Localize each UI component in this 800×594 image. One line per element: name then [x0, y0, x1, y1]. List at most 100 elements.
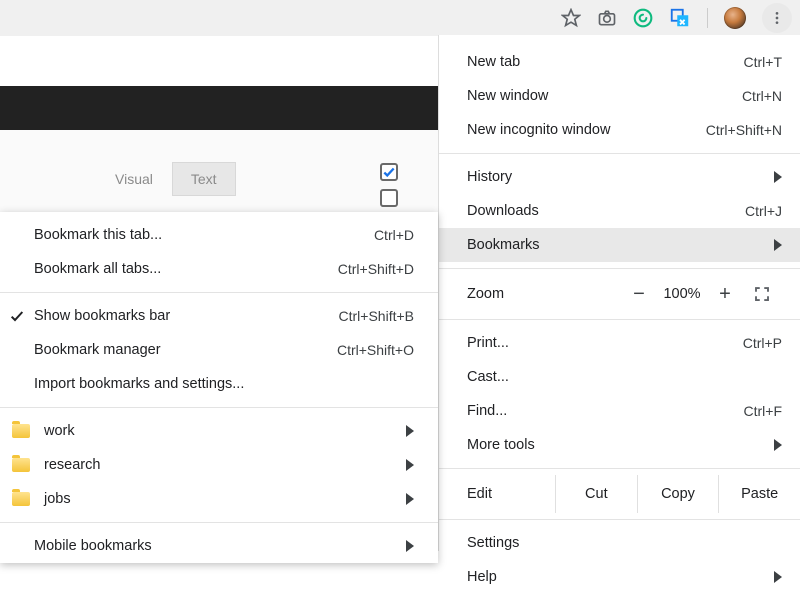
- submenu-bookmark-all[interactable]: Bookmark all tabs... Ctrl+Shift+D: [0, 252, 438, 286]
- menu-shortcut: Ctrl+F: [744, 403, 783, 419]
- menu-label: Settings: [467, 535, 782, 551]
- menu-separator: [439, 319, 800, 320]
- main-menu: New tab Ctrl+T New window Ctrl+N New inc…: [438, 35, 800, 551]
- kebab-menu-button[interactable]: [762, 3, 792, 33]
- menu-bookmarks[interactable]: Bookmarks: [439, 228, 800, 262]
- edit-copy-button[interactable]: Copy: [637, 475, 719, 513]
- menu-separator: [0, 522, 438, 523]
- menu-find[interactable]: Find... Ctrl+F: [439, 394, 800, 428]
- menu-separator: [439, 268, 800, 269]
- submenu-mobile-bookmarks[interactable]: Mobile bookmarks: [0, 529, 438, 563]
- star-icon[interactable]: [561, 8, 581, 28]
- folder-label: work: [44, 423, 396, 439]
- menu-label: Bookmarks: [467, 237, 764, 253]
- page-dark-bar: [0, 86, 438, 130]
- menu-separator: [0, 407, 438, 408]
- menu-downloads[interactable]: Downloads Ctrl+J: [439, 194, 800, 228]
- folder-label: jobs: [44, 491, 396, 507]
- folder-icon: [12, 424, 30, 438]
- submenu-manager[interactable]: Bookmark manager Ctrl+Shift+O: [0, 333, 438, 367]
- zoom-percent: 100%: [656, 286, 708, 302]
- chevron-right-icon: [774, 171, 782, 183]
- bookmarks-submenu: Bookmark this tab... Ctrl+D Bookmark all…: [0, 212, 438, 563]
- chevron-right-icon: [406, 540, 414, 552]
- menu-shortcut: Ctrl+Shift+D: [338, 261, 414, 277]
- bookmark-folder[interactable]: research: [0, 448, 438, 482]
- edit-cut-button[interactable]: Cut: [555, 475, 637, 513]
- profile-avatar[interactable]: [724, 7, 746, 29]
- chevron-right-icon: [774, 439, 782, 451]
- menu-new-tab[interactable]: New tab Ctrl+T: [439, 45, 800, 79]
- check-icon: [6, 308, 28, 324]
- menu-separator: [439, 153, 800, 154]
- menu-shortcut: Ctrl+J: [745, 203, 782, 219]
- checkbox-unchecked[interactable]: [380, 189, 398, 207]
- tab-visual[interactable]: Visual: [96, 162, 172, 196]
- menu-label: Mobile bookmarks: [34, 538, 396, 554]
- menu-shortcut: Ctrl+P: [743, 335, 782, 351]
- folder-label: research: [44, 457, 396, 473]
- menu-label: History: [467, 169, 764, 185]
- translate-icon[interactable]: [669, 7, 691, 29]
- menu-shortcut: Ctrl+Shift+B: [339, 308, 414, 324]
- edit-paste-button[interactable]: Paste: [718, 475, 800, 513]
- chevron-right-icon: [406, 459, 414, 471]
- bookmark-folder[interactable]: work: [0, 414, 438, 448]
- menu-shortcut: Ctrl+D: [374, 227, 414, 243]
- menu-shortcut: Ctrl+Shift+N: [706, 122, 782, 138]
- menu-help[interactable]: Help: [439, 560, 800, 594]
- bookmark-folder[interactable]: jobs: [0, 482, 438, 516]
- menu-more-tools[interactable]: More tools: [439, 428, 800, 462]
- menu-separator: [0, 292, 438, 293]
- chevron-right-icon: [774, 571, 782, 583]
- folder-icon: [12, 458, 30, 472]
- browser-toolbar: [0, 0, 800, 36]
- menu-cast[interactable]: Cast...: [439, 360, 800, 394]
- chevron-right-icon: [406, 425, 414, 437]
- camera-icon[interactable]: [597, 8, 617, 28]
- checkbox-group: [380, 163, 398, 207]
- menu-print[interactable]: Print... Ctrl+P: [439, 326, 800, 360]
- menu-new-window[interactable]: New window Ctrl+N: [439, 79, 800, 113]
- grammarly-icon[interactable]: [633, 8, 653, 28]
- menu-label: Help: [467, 569, 764, 585]
- menu-shortcut: Ctrl+T: [744, 54, 783, 70]
- menu-separator: [439, 519, 800, 520]
- toolbar-icon-group: [561, 0, 792, 36]
- menu-shortcut: Ctrl+Shift+O: [337, 342, 414, 358]
- menu-label: More tools: [467, 437, 764, 453]
- menu-label: Zoom: [467, 286, 622, 302]
- submenu-import[interactable]: Import bookmarks and settings...: [0, 367, 438, 401]
- page-header-area: [0, 36, 438, 86]
- menu-label: Bookmark this tab...: [34, 227, 374, 243]
- tab-text[interactable]: Text: [172, 162, 236, 196]
- menu-label: Print...: [467, 335, 743, 351]
- menu-label: New tab: [467, 54, 744, 70]
- menu-shortcut: Ctrl+N: [742, 88, 782, 104]
- submenu-bookmark-tab[interactable]: Bookmark this tab... Ctrl+D: [0, 218, 438, 252]
- menu-separator: [439, 468, 800, 469]
- menu-edit-row: Edit Cut Copy Paste: [439, 475, 800, 513]
- menu-zoom: Zoom − 100% +: [439, 275, 800, 313]
- menu-label: Find...: [467, 403, 744, 419]
- menu-label: Bookmark manager: [34, 342, 337, 358]
- menu-label: Downloads: [467, 203, 745, 219]
- toolbar-separator: [707, 8, 708, 28]
- chevron-right-icon: [774, 239, 782, 251]
- menu-label: Import bookmarks and settings...: [34, 376, 414, 392]
- checkbox-checked[interactable]: [380, 163, 398, 181]
- editor-tabs: Visual Text: [96, 162, 236, 196]
- menu-settings[interactable]: Settings: [439, 526, 800, 560]
- menu-label: Show bookmarks bar: [34, 308, 339, 324]
- submenu-show-bar[interactable]: Show bookmarks bar Ctrl+Shift+B: [0, 299, 438, 333]
- chevron-right-icon: [406, 493, 414, 505]
- fullscreen-icon[interactable]: [742, 285, 782, 303]
- menu-label: New window: [467, 88, 742, 104]
- zoom-out-button[interactable]: −: [622, 283, 656, 306]
- menu-label: Edit: [439, 486, 555, 502]
- zoom-in-button[interactable]: +: [708, 283, 742, 306]
- menu-history[interactable]: History: [439, 160, 800, 194]
- menu-label: Bookmark all tabs...: [34, 261, 338, 277]
- menu-incognito[interactable]: New incognito window Ctrl+Shift+N: [439, 113, 800, 147]
- menu-label: Cast...: [467, 369, 782, 385]
